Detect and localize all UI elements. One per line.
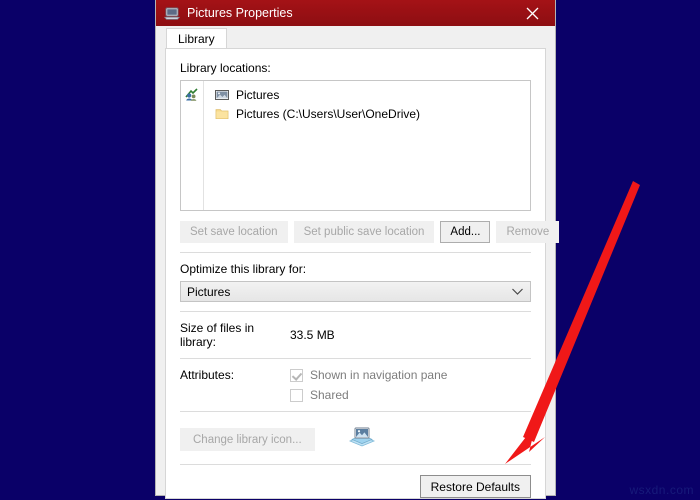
- attributes-row: Attributes: Shown in navigation pane Sha…: [180, 368, 531, 402]
- add-button[interactable]: Add...: [440, 221, 491, 243]
- shown-in-nav-pane-checkbox[interactable]: [290, 368, 303, 382]
- tab-page-library: Library locations: Pictures Pictures (C:…: [165, 48, 560, 499]
- optimize-label: Optimize this library for:: [180, 262, 307, 276]
- set-public-save-location-button[interactable]: Set public save location: [293, 221, 435, 243]
- location-buttons: Set save location Set public save locati…: [180, 221, 560, 243]
- list-item-label: Pictures (C:\Users\User\OneDrive): [236, 106, 421, 121]
- change-icon-row: Change library icon...: [180, 412, 531, 455]
- attributes-values: Shown in navigation pane Shared: [290, 368, 447, 402]
- close-icon[interactable]: [510, 0, 555, 26]
- dialog-title: Pictures Properties: [187, 6, 293, 20]
- list-item[interactable]: Pictures (C:\Users\User\OneDrive): [204, 104, 530, 123]
- list-item-label: Pictures: [236, 87, 280, 102]
- tab-library[interactable]: Library: [166, 28, 227, 49]
- shown-in-nav-pane-label: Shown in navigation pane: [310, 368, 448, 382]
- remove-button[interactable]: Remove: [496, 221, 560, 243]
- dialog-footer: Restore Defaults: [180, 465, 531, 498]
- pictures-library-icon: [347, 424, 377, 455]
- monitor-icon: [163, 5, 181, 21]
- size-label: Size of files in library:: [180, 321, 255, 349]
- library-people-icon: [184, 86, 200, 210]
- list-item[interactable]: Pictures: [204, 85, 530, 104]
- shown-in-nav-pane-checkbox-row[interactable]: Shown in navigation pane: [290, 368, 447, 382]
- size-value: 33.5 MB: [290, 328, 335, 342]
- shared-checkbox-row[interactable]: Shared: [290, 388, 447, 402]
- size-section: Size of files in library: 33.5 MB: [180, 312, 531, 349]
- tabstrip: Library: [156, 26, 555, 49]
- shared-label: Shared: [310, 388, 349, 402]
- pictures-folder-icon: [214, 87, 230, 103]
- desktop-background: wsxdn.com Pictures Properties Library Li…: [0, 0, 700, 500]
- restore-defaults-button[interactable]: Restore Defaults: [419, 475, 531, 498]
- library-locations-list[interactable]: Pictures Pictures (C:\Users\User\OneDriv…: [180, 80, 531, 211]
- list-gutter: [181, 81, 204, 210]
- optimize-select[interactable]: Pictures: [180, 281, 531, 302]
- list-items: Pictures Pictures (C:\Users\User\OneDriv…: [204, 81, 530, 210]
- attributes-section: Attributes: Shown in navigation pane Sha…: [180, 359, 531, 402]
- pictures-properties-dialog: Pictures Properties Library Library loca…: [155, 0, 560, 499]
- attributes-label: Attributes:: [180, 368, 235, 382]
- optimize-section: Optimize this library for: Pictures: [180, 253, 531, 302]
- optimize-selected-value: Pictures: [187, 284, 231, 299]
- library-locations-label: Library locations:: [180, 61, 271, 75]
- watermark: wsxdn.com: [629, 483, 694, 497]
- shared-checkbox[interactable]: [290, 388, 303, 402]
- size-row: Size of files in library: 33.5 MB: [180, 321, 531, 349]
- set-save-location-button[interactable]: Set save location: [180, 221, 288, 243]
- change-library-icon-button[interactable]: Change library icon...: [180, 428, 315, 451]
- chevron-down-icon: [511, 287, 524, 296]
- dialog-titlebar[interactable]: Pictures Properties: [156, 0, 555, 26]
- folder-icon: [214, 106, 230, 122]
